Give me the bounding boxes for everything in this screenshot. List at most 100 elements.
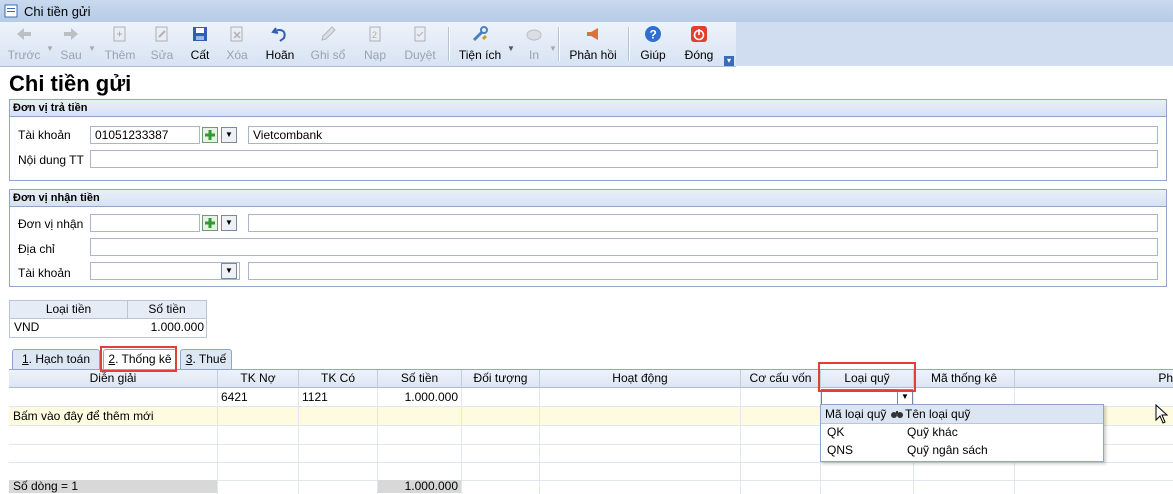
- arrow-left-icon: [17, 28, 31, 40]
- chevron-down-icon: ▼: [225, 130, 233, 139]
- save-button[interactable]: Cất: [182, 22, 218, 66]
- payee-address-label: Địa chỉ: [18, 242, 55, 256]
- payee-unit-dropdown[interactable]: ▼: [221, 215, 237, 231]
- currency-table: Loại tiền Số tiền VND 1.000.000: [9, 300, 207, 338]
- megaphone-icon: [587, 28, 598, 40]
- popup-header: Mã loại quỹ Tên loại quỹ: [821, 405, 1103, 424]
- payment-content-input[interactable]: [90, 150, 1158, 168]
- power-icon: [691, 26, 707, 42]
- window-titlebar: Chi tiền gửi: [0, 0, 1173, 23]
- currency-header: Loại tiền: [10, 301, 128, 319]
- payee-section: Đơn vị nhận tiền Đơn vị nhận ▼ Địa chỉ T…: [9, 189, 1167, 287]
- svg-text:2: 2: [372, 30, 377, 40]
- popup-col-name: Tên loại quỹ: [905, 407, 971, 421]
- amount-cell[interactable]: 1.000.000: [378, 388, 458, 406]
- col-activity[interactable]: Hoạt động: [540, 370, 741, 388]
- new-row-hint[interactable]: Bấm vào đây để thêm mới: [13, 407, 154, 425]
- amount-total: 1.000.000: [404, 479, 458, 493]
- col-amount[interactable]: Số tiền: [378, 370, 462, 388]
- col-object[interactable]: Đối tượng: [462, 370, 540, 388]
- popup-option[interactable]: QK Quỹ khác: [821, 423, 1103, 441]
- utilities-button[interactable]: Tiện ích: [452, 22, 508, 66]
- cancel-button[interactable]: Hoãn: [258, 22, 302, 66]
- approve-button[interactable]: Duyệt: [396, 22, 444, 66]
- row-count: Số dòng = 1: [13, 479, 79, 493]
- close-button[interactable]: Đóng: [676, 22, 722, 66]
- pencil-icon: [321, 26, 336, 41]
- payee-account-input[interactable]: [90, 262, 240, 280]
- chevron-down-icon: ▼: [901, 392, 909, 401]
- print-button[interactable]: In: [514, 22, 554, 66]
- payer-account-input[interactable]: 01051233387: [90, 126, 200, 144]
- col-statistics-code[interactable]: Mã thống kê: [914, 370, 1015, 388]
- plus-icon: [205, 130, 215, 140]
- add-button[interactable]: Thêm: [98, 22, 142, 66]
- tools-icon: [472, 26, 488, 42]
- payee-account-dropdown[interactable]: ▼: [221, 263, 237, 279]
- payee-bank-input[interactable]: [248, 262, 1158, 280]
- payee-unit-label: Đơn vị nhận: [18, 217, 84, 231]
- debit-account-cell[interactable]: 6421: [221, 388, 248, 406]
- table-row[interactable]: [9, 462, 1173, 481]
- save-icon: [193, 27, 207, 41]
- feedback-button[interactable]: Phản hồi: [562, 22, 624, 66]
- app-icon: [4, 4, 18, 18]
- payer-section-heading: Đơn vị trả tiền: [10, 100, 1166, 117]
- highlight-box: [818, 362, 916, 392]
- currency-value[interactable]: VND: [14, 319, 124, 336]
- amount-value[interactable]: 1.000.000: [128, 319, 204, 336]
- delete-button[interactable]: Xóa: [218, 22, 256, 66]
- payer-bank-input[interactable]: Vietcombank: [248, 126, 1158, 144]
- col-credit-account[interactable]: TK Có: [299, 370, 378, 388]
- prev-button[interactable]: Trước: [2, 22, 46, 66]
- load-icon: 2: [369, 26, 381, 42]
- highlight-box: [100, 346, 177, 372]
- col-capital-structure[interactable]: Cơ cấu vốn: [741, 370, 821, 388]
- tab-accounting[interactable]: 1. Hạch toán: [12, 349, 100, 369]
- payee-section-heading: Đơn vị nhận tiền: [10, 190, 1166, 207]
- edit-button[interactable]: Sửa: [142, 22, 182, 66]
- delete-icon: [230, 26, 243, 42]
- add-payee-button[interactable]: [202, 215, 218, 231]
- toolbar-overflow-icon[interactable]: ▾: [724, 56, 734, 66]
- approve-icon: [414, 26, 426, 42]
- row-count-footer: Số dòng = 1: [9, 480, 217, 493]
- post-button[interactable]: Ghi sổ: [304, 22, 352, 66]
- option-name: Quỹ khác: [907, 425, 958, 439]
- edit-document-icon: [155, 26, 168, 42]
- add-document-icon: [113, 26, 126, 42]
- tab-tax[interactable]: 3. Thuế: [180, 349, 232, 369]
- arrow-right-icon: [64, 28, 78, 40]
- payee-address-input[interactable]: [90, 238, 1158, 256]
- undo-icon: [271, 27, 286, 42]
- payee-account-label: Tài khoản: [18, 266, 71, 280]
- payee-name-input[interactable]: [248, 214, 1158, 232]
- chevron-down-icon: ▼: [225, 266, 233, 275]
- add-account-button[interactable]: [202, 127, 218, 143]
- option-code: QK: [827, 425, 845, 439]
- mouse-cursor-icon: [1155, 404, 1169, 424]
- page-title: Chi tiền gửi: [9, 71, 132, 96]
- option-name: Quỹ ngân sách: [907, 443, 988, 457]
- option-code: QNS: [827, 443, 854, 457]
- next-button[interactable]: Sau: [50, 22, 92, 66]
- help-icon: ?: [645, 26, 661, 42]
- payer-account-dropdown[interactable]: ▼: [221, 127, 237, 143]
- toolbar-background: [736, 22, 1173, 66]
- col-description[interactable]: Diễn giải: [9, 370, 218, 388]
- plus-icon: [205, 218, 215, 228]
- payer-account-label: Tài khoản: [18, 128, 71, 142]
- load-button[interactable]: 2 Nạp: [356, 22, 394, 66]
- svg-text:?: ?: [650, 28, 657, 42]
- help-button[interactable]: ? Giúp: [634, 22, 672, 66]
- binoculars-icon: [891, 411, 903, 418]
- credit-account-cell[interactable]: 1121: [302, 388, 328, 406]
- payment-content-label: Nội dung TT: [18, 153, 84, 167]
- col-debit-account[interactable]: TK Nợ: [218, 370, 299, 388]
- toolbar: Trước ▼ Sau ▼ Thêm Sửa Cất Xóa Hoãn Ghi …: [0, 22, 736, 67]
- col-extra[interactable]: Ph: [1015, 370, 1173, 388]
- payer-section: Đơn vị trả tiền Tài khoản 01051233387 ▼ …: [9, 99, 1167, 181]
- payee-unit-input[interactable]: [90, 214, 200, 232]
- amount-header: Số tiền: [128, 301, 206, 319]
- popup-option[interactable]: QNS Quỹ ngân sách: [821, 441, 1103, 459]
